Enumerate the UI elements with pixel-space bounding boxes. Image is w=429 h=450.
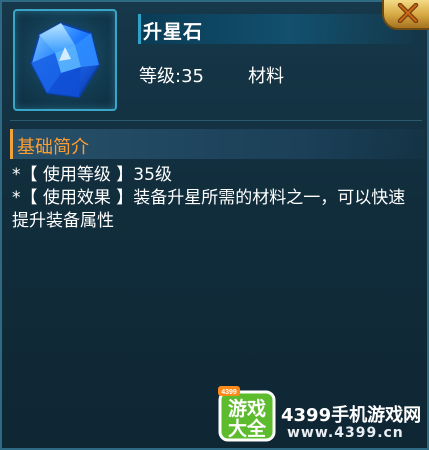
watermark-site-name: 4399手机游戏网 [281,405,422,426]
watermark-badge-top: 游戏 [228,397,266,420]
watermark-badge-bottom: 大全 [228,417,267,440]
item-category: 材料 [248,66,284,87]
item-level: 等级:35 [139,66,204,87]
item-icon-frame [13,9,117,111]
blue-gem-icon [29,21,101,99]
section-title: 基础简介 [17,137,89,158]
item-name: 升星石 [143,21,204,43]
item-tooltip-panel: 升星石 等级:35 材料 基础简介 *【 使用等级 】35级 *【 使用效果 】… [0,0,429,450]
description-line-level: *【 使用等级 】35级 [12,165,172,185]
header-divider [10,120,422,121]
watermark-badge-tag: 4399 [221,389,237,396]
watermark-site-url: www.4399.cn [287,425,404,441]
close-button[interactable] [382,0,429,30]
watermark-badge: 4399 游戏 大全 [218,386,276,442]
close-x-icon [397,3,419,23]
description-line-effect: *【 使用效果 】装备升星所需的材料之一，可以快速提升装备属性 [12,188,406,231]
item-description: *【 使用等级 】35级 *【 使用效果 】装备升星所需的材料之一，可以快速提升… [12,164,417,233]
